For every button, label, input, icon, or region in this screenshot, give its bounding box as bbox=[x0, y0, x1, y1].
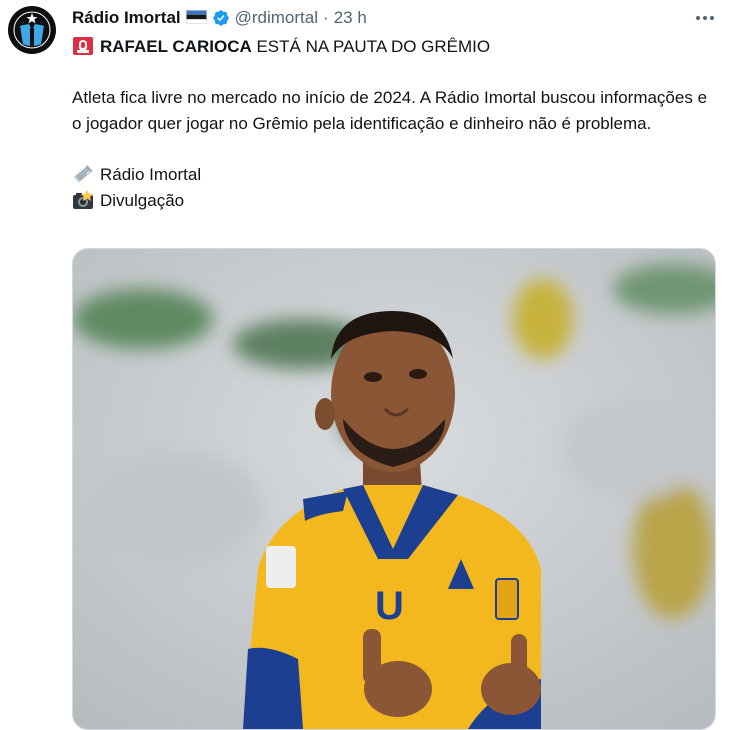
author-handle[interactable]: @rdimortal bbox=[235, 8, 318, 28]
more-options-button[interactable] bbox=[690, 6, 720, 30]
header-separator: · bbox=[323, 8, 329, 27]
radio-imortal-logo-icon bbox=[11, 9, 53, 51]
svg-text:U: U bbox=[375, 584, 404, 628]
player-photo-image: U bbox=[73, 249, 715, 729]
author-name[interactable]: Rádio Imortal bbox=[72, 8, 181, 28]
tweet-header: Rádio Imortal @rdimortal · 23 h bbox=[72, 6, 367, 30]
credit-2-text: Divulgação bbox=[100, 190, 185, 210]
camera-flash-emoji-icon bbox=[73, 190, 93, 209]
more-dot-icon bbox=[696, 16, 700, 20]
tweet-paragraph: Atleta fica livre no mercado no início d… bbox=[72, 88, 708, 133]
tweet-timestamp[interactable]: 23 h bbox=[334, 8, 367, 28]
tweet-photo[interactable]: U bbox=[72, 248, 716, 730]
credit-line-1: Rádio Imortal bbox=[72, 161, 712, 187]
more-dot-icon bbox=[710, 16, 714, 20]
credit-line-2: Divulgação bbox=[72, 187, 712, 213]
headline-bold: RAFAEL CARIOCA bbox=[100, 36, 252, 56]
avatar[interactable] bbox=[8, 6, 56, 54]
credit-1-text: Rádio Imortal bbox=[100, 164, 202, 184]
tweet-credits: Rádio Imortal Divulgação bbox=[72, 161, 712, 213]
headline-rest: ESTÁ NA PAUTA DO GRÊMIO bbox=[251, 36, 491, 56]
newspaper-emoji-icon bbox=[74, 165, 93, 183]
verified-badge-icon[interactable] bbox=[212, 9, 230, 27]
more-dot-icon bbox=[703, 16, 707, 20]
tweet-headline: RAFAEL CARIOCA ESTÁ NA PAUTA DO GRÊMIO bbox=[72, 33, 712, 59]
siren-emoji-icon bbox=[73, 37, 93, 55]
estonia-flag-icon bbox=[185, 10, 207, 24]
tweet[interactable]: Rádio Imortal @rdimortal · 23 h RAFAEL C… bbox=[0, 0, 738, 730]
tweet-text: RAFAEL CARIOCA ESTÁ NA PAUTA DO GRÊMIO A… bbox=[72, 33, 712, 213]
